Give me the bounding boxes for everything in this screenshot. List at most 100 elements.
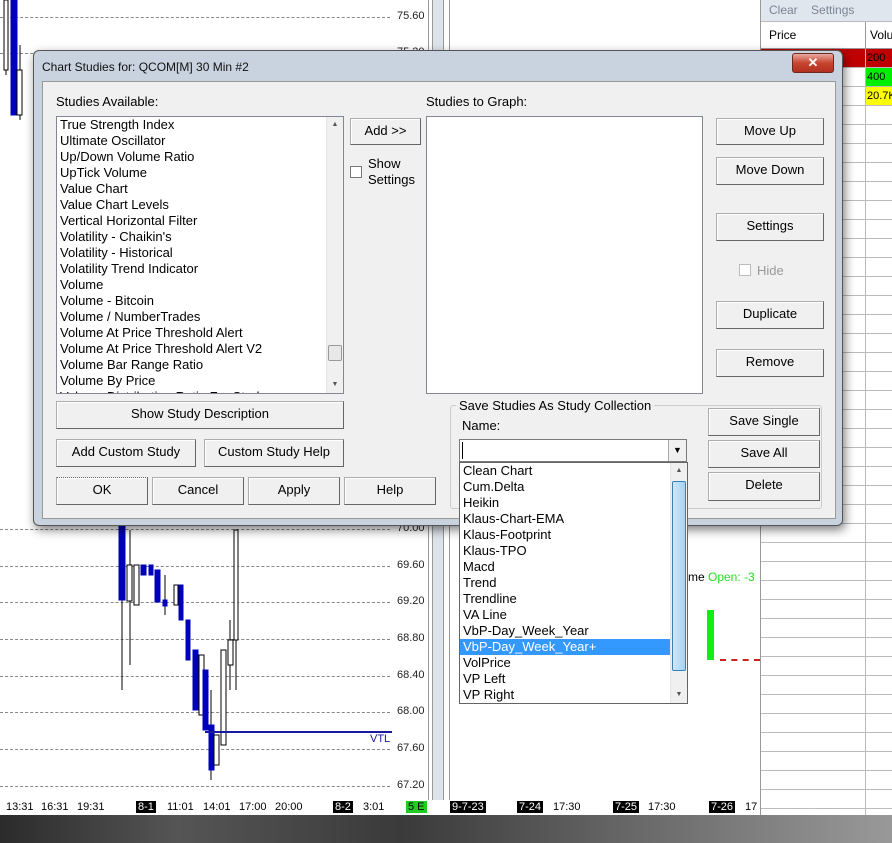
studies-to-graph-label: Studies to Graph: [426,94,528,109]
combo-dropdown-button[interactable]: ▼ [668,440,686,461]
close-icon: ✕ [807,55,819,70]
collection-list-item[interactable]: VA Line [460,607,671,623]
settings-button[interactable]: Settings [716,213,824,241]
dom-row[interactable] [761,581,892,600]
study-list-item[interactable]: Volatility - Chaikin's [57,229,343,245]
dom-row[interactable] [761,600,892,619]
study-list-item[interactable]: Vertical Horizontal Filter [57,213,343,229]
collection-name-combo[interactable]: ▼ [459,439,687,462]
move-up-button[interactable]: Move Up [716,118,824,145]
delete-button[interactable]: Delete [708,472,820,501]
settings-menu[interactable]: Settings [811,3,854,17]
dom-row[interactable] [761,695,892,714]
collection-list-item[interactable]: Klaus-Footprint [460,527,671,543]
volume-value: 400 [867,71,886,83]
study-list-item[interactable]: Volume - Bitcoin [57,293,343,309]
help-button[interactable]: Help [344,477,436,505]
study-list-item[interactable]: Volume Distribution Ratio For Study [57,389,343,393]
custom-study-help-button[interactable]: Custom Study Help [204,439,344,467]
dropdown-scrollbar[interactable]: ▲ ▼ [670,463,687,703]
dom-row[interactable] [761,638,892,657]
cancel-button[interactable]: Cancel [152,477,244,505]
collection-name-input[interactable] [462,442,662,459]
save-single-label: Save Single [729,413,799,428]
price-label: 75.60 [397,10,425,22]
collection-list-item[interactable]: Trend [460,575,671,591]
collection-list-item[interactable]: Clean Chart [460,463,671,479]
show-settings-checkbox[interactable] [350,166,362,178]
collection-list-item[interactable]: Heikin [460,495,671,511]
remove-button[interactable]: Remove [716,349,824,377]
study-list-item[interactable]: Volume [57,277,343,293]
studies-available-list[interactable]: True Strength Index Ultimate Oscillator Up… [56,116,344,394]
collection-list-item[interactable]: VP Left [460,671,671,687]
dom-row[interactable] [761,543,892,562]
clear-button[interactable]: Clear [769,3,798,17]
move-down-button[interactable]: Move Down [716,157,824,185]
dom-row[interactable] [761,771,892,790]
save-single-button[interactable]: Save Single [708,408,820,436]
scroll-down-icon[interactable]: ▼ [329,378,341,392]
study-list-item[interactable]: True Strength Index [57,117,343,133]
collection-list-item[interactable]: VolPrice [460,655,671,671]
scroll-thumb[interactable] [328,345,342,361]
add-custom-study-button[interactable]: Add Custom Study [56,439,196,467]
study-list-item[interactable]: UpTick Volume [57,165,343,181]
duplicate-button[interactable]: Duplicate [716,301,824,329]
study-list-item[interactable]: Volume Bar Range Ratio [57,357,343,373]
scroll-up-icon[interactable]: ▲ [329,118,341,132]
ok-button[interactable]: OK [56,477,148,505]
study-list-item[interactable]: Value Chart Levels [57,197,343,213]
vtl-label: VTL [370,733,391,745]
desktop-background [0,815,892,843]
price-label: 67.20 [397,779,425,791]
price-header[interactable]: Price [769,28,796,42]
collection-list-item[interactable]: Cum.Delta [460,479,671,495]
time-label: 16:31 [41,801,69,813]
collection-dropdown-list[interactable]: Clean Chart Cum.Delta Heikin Klaus-Chart-EM… [459,462,688,704]
time-label: 3:01 [363,801,385,813]
study-list-item[interactable]: Ultimate Oscillator [57,133,343,149]
dom-row[interactable] [761,714,892,733]
dom-row[interactable] [761,562,892,581]
dom-row[interactable] [761,524,892,543]
apply-button[interactable]: Apply [248,477,340,505]
study-list-item[interactable]: Volume By Price [57,373,343,389]
show-study-description-button[interactable]: Show Study Description [56,401,344,429]
time-label: 14:01 [203,801,231,813]
scrollbar[interactable]: ▲ ▼ [326,117,343,393]
study-list-item[interactable]: Volatility - Historical [57,245,343,261]
save-all-button[interactable]: Save All [708,440,820,468]
volume-header[interactable]: Volu [865,22,892,49]
study-list-item[interactable]: Volume / NumberTrades [57,309,343,325]
move-down-label: Move Down [735,162,805,177]
collection-list-item[interactable]: VbP-Day_Week_Year+ [460,639,671,655]
collection-list-item[interactable]: Macd [460,559,671,575]
collection-list-item[interactable]: VP Right [460,687,671,703]
study-list-item[interactable]: Volatility Trend Indicator [57,261,343,277]
dom-row[interactable] [761,676,892,695]
study-list-item[interactable]: Value Chart [57,181,343,197]
collection-list-item[interactable]: Klaus-Chart-EMA [460,511,671,527]
dom-row[interactable] [761,752,892,771]
study-list-item[interactable]: Volume At Price Threshold Alert V2 [57,341,343,357]
studies-to-graph-list[interactable] [426,116,703,394]
dom-row[interactable] [761,733,892,752]
ok-label: OK [92,482,112,497]
study-list-item[interactable]: Volume At Price Threshold Alert [57,325,343,341]
scroll-up-icon[interactable]: ▲ [673,464,685,478]
show-settings-label: Show Settings [368,156,415,187]
study-list-item[interactable]: Up/Down Volume Ratio [57,149,343,165]
studies-available-label: Studies Available: [56,94,159,109]
dom-row[interactable] [761,619,892,638]
add-button[interactable]: Add >> [350,118,421,145]
collection-list-item[interactable]: VbP-Day_Week_Year [460,623,671,639]
dom-row[interactable] [761,657,892,676]
collection-list-item[interactable]: Trendline [460,591,671,607]
close-button[interactable]: ✕ [792,53,834,73]
collection-list-item[interactable]: Klaus-TPO [460,543,671,559]
hide-checkbox[interactable] [739,264,751,276]
scroll-thumb[interactable] [672,481,686,671]
dom-row[interactable] [761,790,892,809]
scroll-down-icon[interactable]: ▼ [673,688,685,702]
